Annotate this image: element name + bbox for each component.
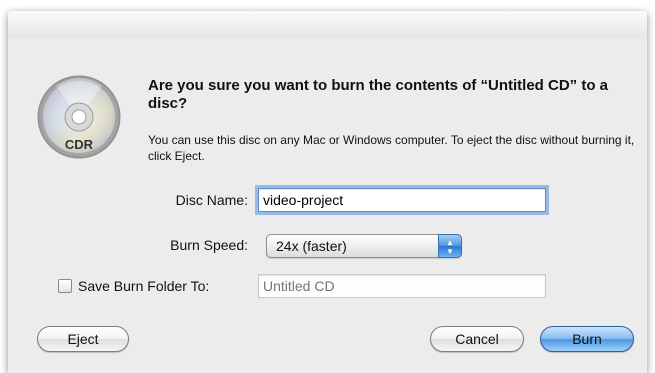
window-title-bar <box>8 11 647 39</box>
disc-name-label: Disc Name: <box>175 192 248 208</box>
burn-speed-selected: 24x (faster) <box>276 238 347 254</box>
popup-arrows-icon: ▲ ▼ <box>438 234 462 258</box>
eject-button[interactable]: Eject <box>37 326 129 352</box>
burn-speed-popup[interactable]: 24x (faster) ▲ ▼ <box>266 234 462 258</box>
burn-disc-dialog: CDR Are you sure you want to burn the co… <box>8 11 647 373</box>
cancel-button[interactable]: Cancel <box>430 326 524 352</box>
burn-button[interactable]: Burn <box>540 326 634 352</box>
dialog-title: Are you sure you want to burn the conten… <box>148 77 609 112</box>
save-burn-folder-label: Save Burn Folder To: <box>78 278 210 294</box>
save-burn-folder-checkbox[interactable] <box>58 279 72 293</box>
disc-icon-label: CDR <box>65 137 94 152</box>
dialog-message: You can use this disc on any Mac or Wind… <box>148 133 635 163</box>
cdr-disc-icon: CDR <box>37 75 121 159</box>
burn-folder-name-field[interactable] <box>258 274 546 298</box>
disc-name-field[interactable] <box>258 188 546 212</box>
burn-speed-label: Burn Speed: <box>170 237 248 253</box>
